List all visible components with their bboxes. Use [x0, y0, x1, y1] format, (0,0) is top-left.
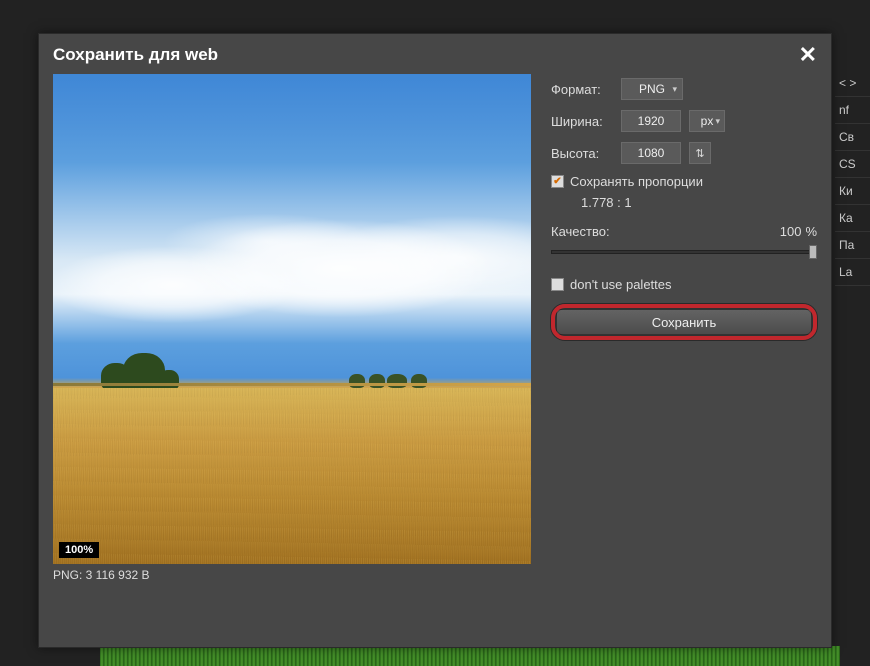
width-input[interactable]: 1920 — [621, 110, 681, 132]
aspect-ratio-text: 1.778 : 1 — [581, 195, 817, 210]
height-input[interactable]: 1080 — [621, 142, 681, 164]
controls-panel: Формат: PNG Ширина: 1920 px Высота: 1080… — [551, 74, 817, 582]
keep-ratio-label: Сохранять пропорции — [570, 174, 703, 189]
height-label: Высота: — [551, 146, 613, 161]
preview-wheat — [53, 388, 531, 564]
width-unit-select[interactable]: px — [689, 110, 725, 132]
quality-value[interactable]: 100 — [780, 224, 802, 239]
slider-track — [551, 250, 817, 254]
filesize-label: PNG: 3 116 932 B — [53, 568, 531, 582]
bg-item: Св — [835, 124, 870, 151]
quality-percent: % — [805, 224, 817, 239]
preview-horizon — [53, 383, 531, 386]
swap-dimensions-icon[interactable]: ⇅ — [689, 142, 711, 164]
keep-ratio-checkbox[interactable]: ✔ — [551, 175, 564, 188]
quality-label: Качество: — [551, 224, 610, 239]
bg-item: Ка — [835, 205, 870, 232]
quality-slider[interactable] — [551, 243, 817, 261]
bg-grass — [100, 646, 840, 666]
slider-thumb[interactable] — [809, 245, 817, 259]
format-select[interactable]: PNG — [621, 78, 683, 100]
preview-sky — [53, 74, 531, 344]
bg-item: CS — [835, 151, 870, 178]
dialog-title: Сохранить для web — [53, 45, 218, 65]
palettes-checkbox[interactable] — [551, 278, 564, 291]
image-preview[interactable]: 100% — [53, 74, 531, 564]
bg-item: Ки — [835, 178, 870, 205]
width-label: Ширина: — [551, 114, 613, 129]
bg-right-panel: < > nf Св CS Ки Ка Па La — [835, 70, 870, 286]
save-button[interactable]: Сохранить — [556, 309, 812, 335]
titlebar: Сохранить для web ✕ — [39, 34, 831, 74]
close-icon[interactable]: ✕ — [799, 44, 817, 66]
format-label: Формат: — [551, 82, 613, 97]
bg-item: La — [835, 259, 870, 286]
bg-item: < > — [835, 70, 870, 97]
bg-item: nf — [835, 97, 870, 124]
palettes-label: don't use palettes — [570, 277, 672, 292]
zoom-badge[interactable]: 100% — [59, 542, 99, 558]
save-for-web-dialog: Сохранить для web ✕ 100% PNG: 3 116 932 … — [38, 33, 832, 648]
bg-item: Па — [835, 232, 870, 259]
